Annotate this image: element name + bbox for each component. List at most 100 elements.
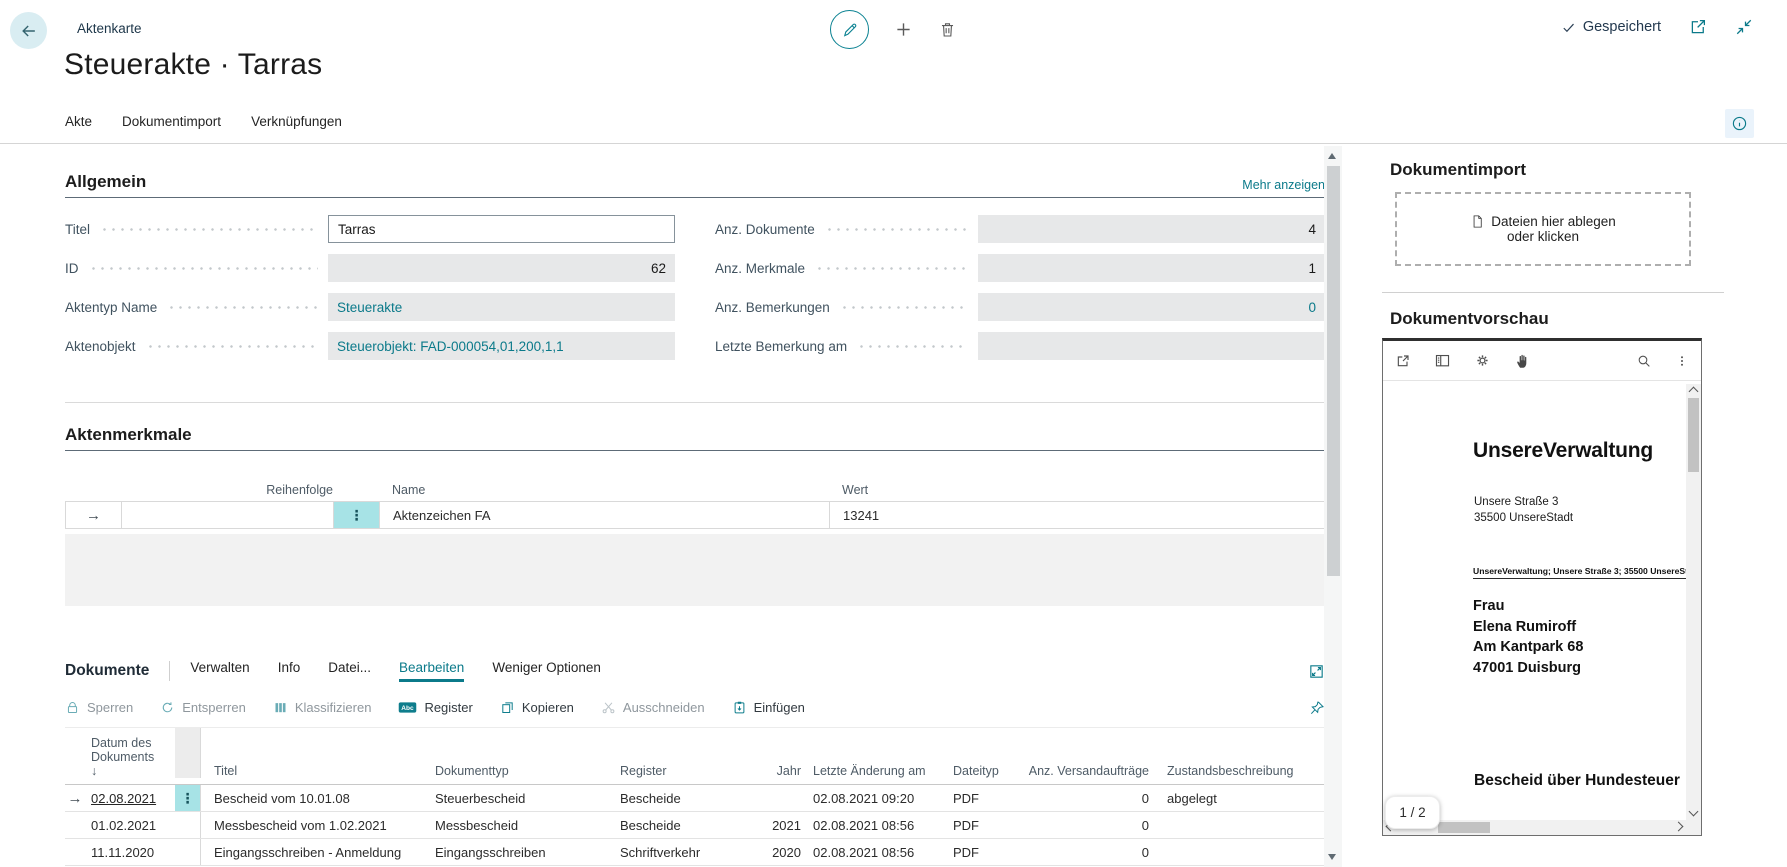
row-options[interactable] — [175, 839, 201, 865]
scroll-up-icon[interactable] — [1689, 387, 1699, 397]
tab-akte[interactable]: Akte — [65, 114, 92, 129]
col-register[interactable]: Register — [614, 764, 749, 778]
main-content: Allgemein Mehr anzeigen Titel ID 62 Akte… — [65, 146, 1325, 867]
cell-dokumenttyp[interactable]: Messbescheid — [429, 818, 614, 833]
cell-dokumenttyp[interactable]: Steuerbescheid — [429, 791, 614, 806]
cell-datum[interactable]: 01.02.2021 — [85, 818, 175, 833]
klassifizieren-button[interactable]: Klassifizieren — [273, 700, 372, 715]
show-more-link[interactable]: Mehr anzeigen — [1242, 178, 1325, 192]
abc-badge-icon: Abc — [398, 700, 417, 715]
popout-icon — [1395, 353, 1411, 369]
cell-titel[interactable]: Messbescheid vom 1.02.2021 — [201, 818, 429, 833]
cell-register[interactable]: Bescheide — [614, 791, 749, 806]
file-dropzone[interactable]: Dateien hier ablegen oder klicken — [1395, 192, 1691, 266]
menu-bearbeiten[interactable]: Bearbeiten — [399, 660, 464, 682]
pdf-search-button[interactable] — [1636, 353, 1652, 369]
cell-reihenfolge[interactable] — [122, 502, 334, 528]
section-title-allgemein: Allgemein — [65, 172, 146, 192]
edit-button[interactable] — [830, 10, 869, 49]
scroll-down-icon[interactable] — [1328, 854, 1336, 860]
col-dokumenttyp[interactable]: Dokumenttyp — [429, 764, 614, 778]
pdf-open-external-button[interactable] — [1395, 353, 1411, 369]
titel-input[interactable] — [328, 215, 675, 243]
new-button[interactable] — [893, 19, 914, 40]
col-jahr[interactable]: Jahr — [749, 764, 807, 778]
menu-datei[interactable]: Datei... — [328, 660, 371, 682]
cell-dateityp[interactable]: PDF — [947, 818, 1015, 833]
cell-zustand[interactable]: abgelegt — [1155, 791, 1325, 806]
cell-dokumenttyp[interactable]: Eingangsschreiben — [429, 845, 614, 860]
cell-wert[interactable]: 13241 — [830, 502, 1324, 528]
ausschneiden-button[interactable]: Ausschneiden — [601, 700, 705, 715]
delete-button[interactable] — [938, 20, 957, 39]
open-in-new-window-button[interactable] — [1689, 18, 1707, 36]
aktentyp-link[interactable]: Steuerakte — [328, 293, 675, 321]
cell-titel[interactable]: Bescheid vom 10.01.08 — [201, 791, 429, 806]
cell-jahr[interactable]: 2020 — [749, 845, 807, 860]
cell-dateityp[interactable]: PDF — [947, 845, 1015, 860]
anz-bemerkungen-link[interactable]: 0 — [978, 293, 1325, 321]
unpin-button[interactable] — [1309, 700, 1325, 716]
datum-link[interactable]: 02.08.2021 — [91, 791, 156, 806]
row-options-button[interactable] — [334, 502, 380, 528]
cell-versand[interactable]: 0 — [1015, 845, 1155, 860]
cell-name[interactable]: Aktenzeichen FA — [380, 502, 830, 528]
pdf-hand-tool-button[interactable] — [1514, 352, 1532, 370]
col-dateityp[interactable]: Dateityp — [947, 764, 1015, 778]
gear-icon — [1474, 352, 1491, 369]
tab-dokumentimport[interactable]: Dokumentimport — [122, 114, 221, 129]
collapse-button[interactable] — [1735, 18, 1753, 36]
scrollbar-thumb[interactable] — [1438, 822, 1490, 833]
pdf-page[interactable]: UnsereVerwaltung Unsere Straße 3 35500 U… — [1383, 384, 1701, 835]
scrollbar-thumb[interactable] — [1327, 166, 1340, 576]
cell-dateityp[interactable]: PDF — [947, 791, 1015, 806]
scroll-up-icon[interactable] — [1328, 153, 1336, 159]
pdf-sidebar-toggle-button[interactable] — [1434, 352, 1451, 369]
kopieren-button[interactable]: Kopieren — [500, 700, 574, 715]
pdf-more-options-button[interactable] — [1675, 353, 1689, 369]
einfuegen-button[interactable]: Einfügen — [732, 700, 805, 715]
aktenobjekt-link[interactable]: Steuerobjekt: FAD-000054,01,200,1,1 — [328, 332, 675, 360]
cell-register[interactable]: Schriftverkehr — [614, 845, 749, 860]
row-options-button[interactable] — [175, 785, 201, 811]
menu-weniger-optionen[interactable]: Weniger Optionen — [492, 660, 601, 682]
row-options[interactable] — [175, 812, 201, 838]
register-button[interactable]: Abc Register — [398, 700, 472, 715]
col-wert[interactable]: Wert — [829, 483, 1325, 497]
col-titel[interactable]: Titel — [201, 764, 429, 778]
cell-aenderung[interactable]: 02.08.2021 08:56 — [807, 818, 947, 833]
col-aenderung[interactable]: Letzte Änderung am — [807, 764, 947, 778]
header-divider — [169, 661, 170, 681]
info-button[interactable] — [1725, 109, 1754, 138]
scroll-right-icon[interactable] — [1674, 822, 1684, 832]
cell-versand[interactable]: 0 — [1015, 818, 1155, 833]
cell-versand[interactable]: 0 — [1015, 791, 1155, 806]
cell-jahr[interactable]: 2021 — [749, 818, 807, 833]
main-scrollbar[interactable] — [1324, 146, 1342, 867]
entsperren-button[interactable]: Entsperren — [160, 700, 246, 715]
scroll-down-icon[interactable] — [1689, 807, 1699, 817]
col-zustand[interactable]: Zustandsbeschreibung — [1155, 764, 1325, 778]
merkmale-row[interactable]: Aktenzeichen FA 13241 — [65, 501, 1325, 529]
col-versand[interactable]: Anz. Versandaufträge — [1015, 764, 1155, 778]
cell-register[interactable]: Bescheide — [614, 818, 749, 833]
col-datum[interactable]: Datum des Dokuments↓ — [85, 736, 175, 778]
menu-info[interactable]: Info — [278, 660, 301, 682]
cell-aenderung[interactable]: 02.08.2021 08:56 — [807, 845, 947, 860]
pdf-vertical-scrollbar[interactable] — [1686, 384, 1701, 820]
menu-verwalten[interactable]: Verwalten — [190, 660, 249, 682]
document-row[interactable]: 01.02.2021 Messbescheid vom 1.02.2021 Me… — [65, 812, 1325, 839]
tab-verknuepfungen[interactable]: Verknüpfungen — [251, 114, 342, 129]
focus-mode-button[interactable] — [1308, 663, 1325, 680]
pdf-settings-button[interactable] — [1474, 352, 1491, 369]
cell-aenderung[interactable]: 02.08.2021 09:20 — [807, 791, 947, 806]
scrollbar-thumb[interactable] — [1688, 398, 1699, 472]
document-row[interactable]: 11.11.2020 Eingangsschreiben - Anmeldung… — [65, 839, 1325, 866]
back-button[interactable] — [10, 12, 47, 49]
col-reihenfolge[interactable]: Reihenfolge — [65, 483, 333, 497]
document-row[interactable]: 02.08.2021 Bescheid vom 10.01.08 Steuerb… — [65, 785, 1325, 812]
cell-titel[interactable]: Eingangsschreiben - Anmeldung — [201, 845, 429, 860]
col-name[interactable]: Name — [333, 483, 829, 497]
cell-datum[interactable]: 11.11.2020 — [85, 845, 175, 860]
sperren-button[interactable]: Sperren — [65, 700, 133, 715]
